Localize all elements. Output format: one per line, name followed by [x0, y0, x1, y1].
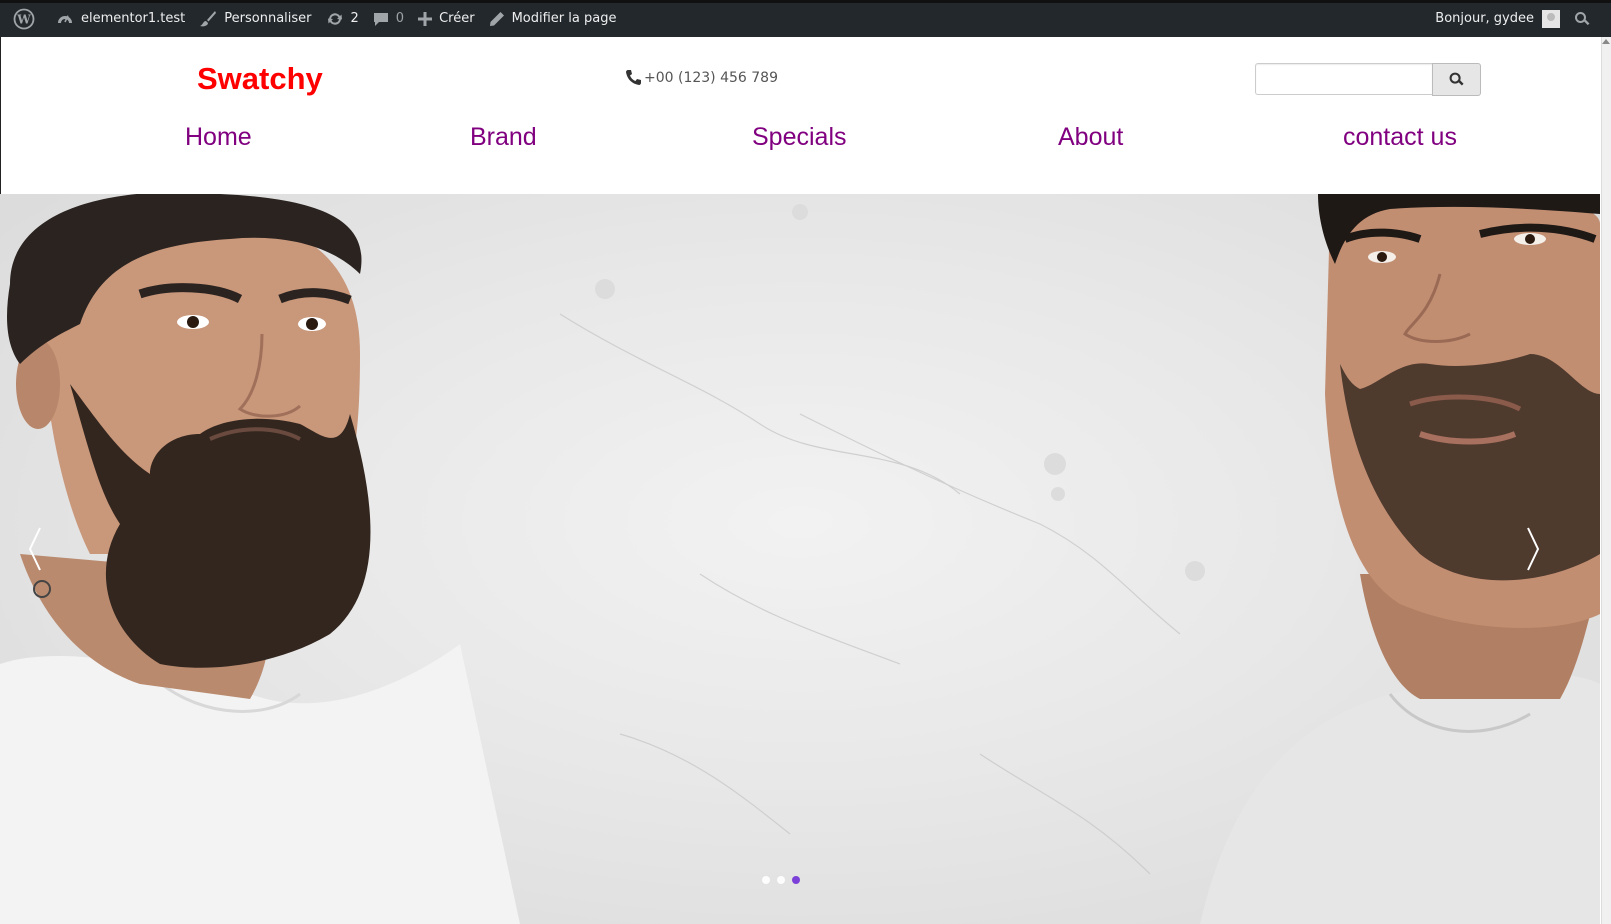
scroll-up-arrow-icon[interactable]: [1602, 39, 1610, 44]
svg-text:W: W: [16, 12, 31, 26]
nav-item-brand[interactable]: Brand: [470, 123, 537, 152]
my-account-menu[interactable]: Bonjour, gydee: [1428, 0, 1567, 37]
edit-page-menu[interactable]: Modifier la page: [482, 0, 624, 37]
site-name-label: elementor1.test: [81, 11, 186, 26]
nav-item-home[interactable]: Home: [185, 123, 252, 152]
slider-prev-arrow[interactable]: [24, 524, 46, 574]
new-content-label: Créer: [439, 11, 475, 26]
phone-number: +00 (123) 456 789: [644, 69, 778, 86]
wordpress-logo-menu[interactable]: W: [6, 0, 49, 37]
page-scrollbar[interactable]: [1601, 37, 1611, 924]
avatar: [1542, 9, 1560, 28]
dashboard-icon: [58, 14, 72, 23]
search-button[interactable]: [1432, 63, 1481, 96]
search-icon: [1449, 72, 1464, 86]
slider-dot-3[interactable]: [792, 876, 800, 884]
nav-item-about[interactable]: About: [1058, 123, 1123, 152]
site-logo[interactable]: Swatchy: [197, 61, 323, 97]
nav-item-specials[interactable]: Specials: [752, 123, 847, 152]
slider-dot-2[interactable]: [777, 876, 785, 884]
phone-icon: [626, 70, 641, 85]
greeting-label: Bonjour, gydee: [1435, 11, 1534, 26]
wordpress-icon: W: [13, 8, 35, 29]
main-navigation: Home Brand Specials About contact us: [1, 123, 1601, 161]
comment-bubble-icon: [373, 12, 388, 26]
customize-label: Personnaliser: [224, 11, 312, 26]
comments-count: 0: [395, 11, 405, 26]
edit-page-label: Modifier la page: [511, 11, 617, 26]
updates-icon: [327, 12, 342, 25]
slider-dot-1[interactable]: [762, 876, 770, 884]
site-name-menu[interactable]: elementor1.test: [49, 0, 192, 37]
admin-search-toggle[interactable]: [1567, 0, 1611, 37]
search-icon: [1575, 11, 1590, 25]
nav-item-contact-us[interactable]: contact us: [1343, 123, 1457, 152]
hero-slider: [0, 194, 1600, 924]
paintbrush-icon: [200, 10, 217, 26]
customize-menu[interactable]: Personnaliser: [192, 0, 318, 37]
admin-bar: W elementor1.test Personnaliser 2 0 Crée…: [0, 0, 1611, 37]
updates-menu[interactable]: 2: [319, 0, 366, 37]
search-input[interactable]: [1255, 63, 1432, 95]
hero-slide-image: [0, 194, 1600, 924]
site-header: Swatchy +00 (123) 456 789 Home Brand Spe…: [0, 37, 1600, 194]
updates-count: 2: [350, 11, 359, 26]
search-form: [1255, 63, 1481, 96]
admin-bar-left: W elementor1.test Personnaliser 2 0 Crée…: [0, 0, 623, 37]
header-phone: +00 (123) 456 789: [625, 69, 778, 86]
comments-menu[interactable]: 0: [366, 0, 411, 37]
admin-bar-top-border: [0, 0, 1611, 3]
admin-bar-right: Bonjour, gydee: [1428, 0, 1611, 37]
plus-icon: [418, 11, 433, 26]
slider-pagination: [762, 876, 800, 884]
slider-next-arrow[interactable]: [1522, 524, 1544, 574]
pencil-icon: [489, 11, 504, 26]
new-content-menu[interactable]: Créer: [411, 0, 481, 37]
